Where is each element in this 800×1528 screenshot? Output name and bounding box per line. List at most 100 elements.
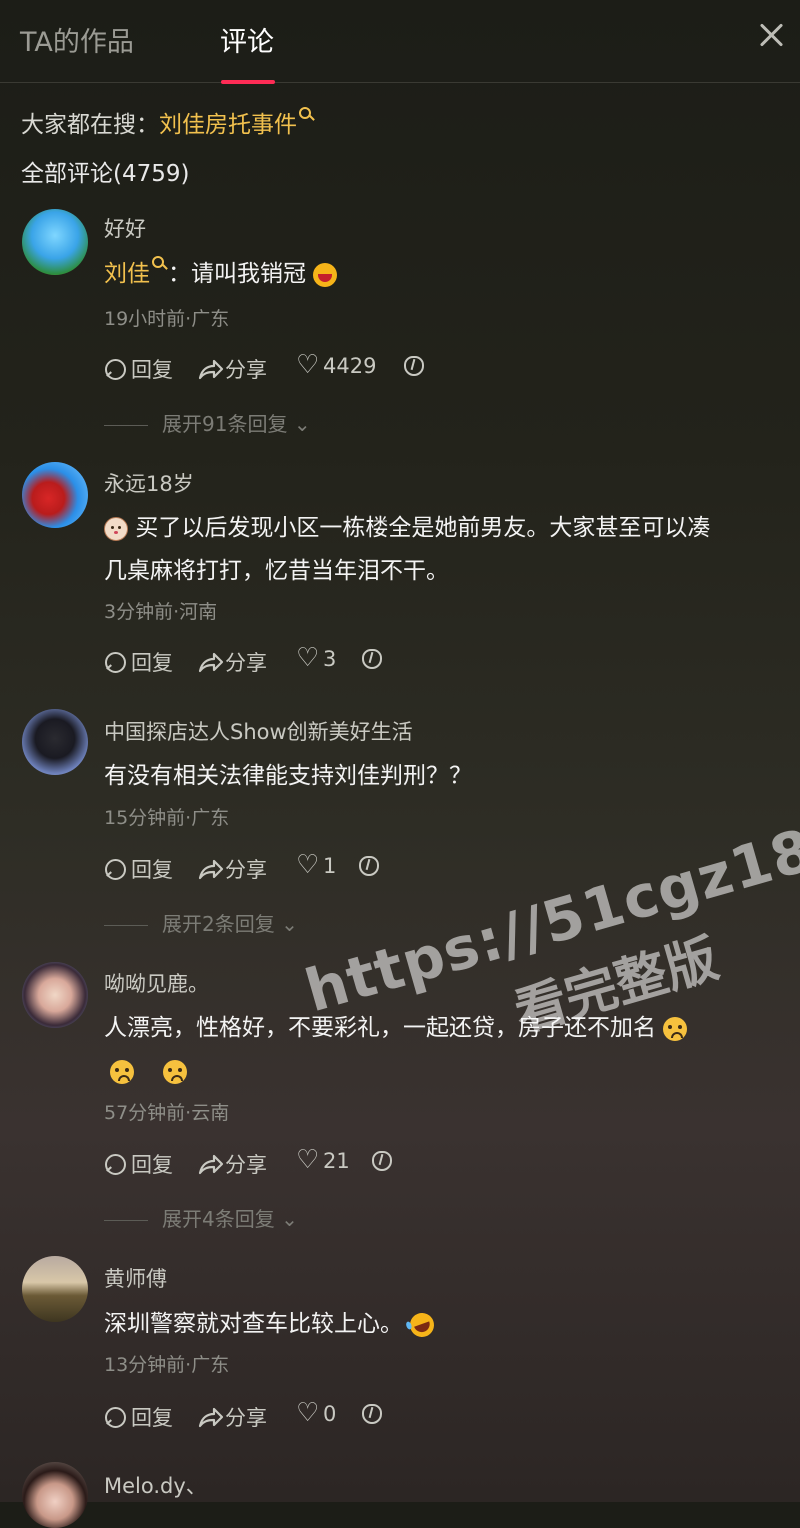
share-label: 分享 xyxy=(225,858,267,882)
reply-icon xyxy=(104,651,126,673)
comment-meta: 13分钟前·广东 xyxy=(104,1354,230,1376)
trending-search: 大家都在搜：刘佳房托事件 xyxy=(21,105,315,139)
reply-button[interactable]: 回复 xyxy=(104,854,173,884)
expand-replies-label: 展开91条回复 xyxy=(162,412,288,436)
crying-emoji xyxy=(163,1059,188,1084)
crying-emoji xyxy=(110,1059,134,1084)
reply-icon xyxy=(104,1406,126,1428)
watermark: https://51cgz18.com 看完整版 xyxy=(298,771,800,1044)
dislike-icon xyxy=(402,354,424,376)
comment-body: 几桌麻将打打，忆昔当年泪不干。 xyxy=(104,558,449,584)
search-icon xyxy=(299,107,315,123)
expand-replies[interactable]: 展开91条回复 ⌄ xyxy=(104,408,311,437)
reply-button[interactable]: 回复 xyxy=(104,354,173,384)
tab-bar: TA的作品 评论 xyxy=(0,0,800,84)
reply-label: 回复 xyxy=(131,1153,173,1177)
trending-search-keyword[interactable]: 刘佳房托事件 xyxy=(159,112,297,138)
reply-icon xyxy=(104,358,126,380)
reply-icon xyxy=(104,1153,126,1175)
like-button[interactable]: 3 xyxy=(296,643,337,673)
active-tab-indicator xyxy=(221,80,275,84)
crying-emoji xyxy=(663,1016,688,1041)
expand-replies[interactable]: 展开2条回复 ⌄ xyxy=(104,908,298,937)
expand-replies-label: 展开4条回复 xyxy=(162,1207,275,1231)
reply-label: 回复 xyxy=(131,358,173,382)
dislike-button[interactable] xyxy=(370,1149,392,1171)
expand-replies-label: 展开2条回复 xyxy=(162,912,275,936)
comment-meta: 15分钟前·广东 xyxy=(104,807,230,829)
like-button[interactable]: 0 xyxy=(296,1398,337,1428)
avatar[interactable] xyxy=(22,462,88,528)
dislike-icon xyxy=(360,1402,382,1424)
reply-button[interactable]: 回复 xyxy=(104,647,173,677)
share-button[interactable]: 分享 xyxy=(198,354,267,384)
dislike-button[interactable] xyxy=(360,647,382,669)
comment-body: 深圳警察就对查车比较上心。 xyxy=(104,1311,403,1337)
heart-icon xyxy=(296,1398,319,1428)
comment-meta: 3分钟前·河南 xyxy=(104,601,218,623)
username[interactable]: Melo.dy、 xyxy=(104,1470,207,1500)
heart-icon xyxy=(296,643,319,673)
username[interactable]: 呦呦见鹿。 xyxy=(104,968,209,998)
reply-label: 回复 xyxy=(131,858,173,882)
dog-emoji xyxy=(104,516,128,541)
reply-label: 回复 xyxy=(131,1406,173,1430)
chevron-down-icon: ⌄ xyxy=(293,412,311,436)
reply-icon xyxy=(104,858,126,880)
comment-text: 买了以后发现小区一栋楼全是她前男友。大家甚至可以凑 几桌麻将打打，忆昔当年泪不干… xyxy=(104,507,784,593)
share-button[interactable]: 分享 xyxy=(198,647,267,677)
heart-icon xyxy=(296,350,319,380)
comment-text: 刘佳 ：请叫我销冠 xyxy=(104,253,784,296)
reply-button[interactable]: 回复 xyxy=(104,1149,173,1179)
reply-button[interactable]: 回复 xyxy=(104,1402,173,1432)
trending-search-prefix: 大家都在搜： xyxy=(21,112,159,138)
share-button[interactable]: 分享 xyxy=(198,1149,267,1179)
search-icon xyxy=(152,256,168,272)
comment-body: 买了以后发现小区一栋楼全是她前男友。大家甚至可以凑 xyxy=(135,515,711,541)
dislike-button[interactable] xyxy=(402,354,424,376)
close-icon[interactable] xyxy=(754,18,788,52)
share-icon xyxy=(198,1406,224,1428)
comment-body: ：请叫我销冠 xyxy=(168,261,306,287)
share-icon xyxy=(198,358,224,380)
share-icon xyxy=(198,1153,224,1175)
like-count: 0 xyxy=(323,1402,337,1426)
dislike-icon xyxy=(370,1149,392,1171)
avatar[interactable] xyxy=(22,1256,88,1322)
share-label: 分享 xyxy=(225,1406,267,1430)
share-button[interactable]: 分享 xyxy=(198,1402,267,1432)
avatar[interactable] xyxy=(22,1462,88,1528)
like-count: 4429 xyxy=(323,354,377,378)
tab-comments[interactable]: 评论 xyxy=(220,20,274,59)
comment-meta: 57分钟前·云南 xyxy=(104,1102,230,1124)
like-count: 1 xyxy=(323,854,337,878)
like-count: 3 xyxy=(323,647,337,671)
username[interactable]: 好好 xyxy=(104,213,146,243)
share-icon xyxy=(198,651,224,673)
heart-icon xyxy=(296,850,319,880)
expand-replies[interactable]: 展开4条回复 ⌄ xyxy=(104,1203,298,1232)
like-button[interactable]: 4429 xyxy=(296,350,377,380)
mention-link[interactable]: 刘佳 xyxy=(104,261,150,287)
avatar[interactable] xyxy=(22,209,88,275)
dislike-button[interactable] xyxy=(357,854,379,876)
comment-count: 全部评论(4759) xyxy=(21,161,190,187)
laughing-emoji xyxy=(406,1309,438,1340)
tab-works[interactable]: TA的作品 xyxy=(20,20,134,59)
avatar[interactable] xyxy=(22,709,88,775)
avatar[interactable] xyxy=(22,962,88,1028)
comment-meta: 19小时前·广东 xyxy=(104,308,230,330)
comment-text: 人漂亮，性格好，不要彩礼，一起还贷，房子还不加名 xyxy=(104,1007,784,1093)
share-label: 分享 xyxy=(225,651,267,675)
share-button[interactable]: 分享 xyxy=(198,854,267,884)
heart-icon xyxy=(296,1145,319,1175)
share-label: 分享 xyxy=(225,1153,267,1177)
reply-label: 回复 xyxy=(131,651,173,675)
dislike-button[interactable] xyxy=(360,1402,382,1424)
like-button[interactable]: 21 xyxy=(296,1145,350,1175)
share-label: 分享 xyxy=(225,358,267,382)
username[interactable]: 永远18岁 xyxy=(104,468,194,498)
like-button[interactable]: 1 xyxy=(296,850,337,880)
username[interactable]: 黄师傅 xyxy=(104,1263,167,1293)
username[interactable]: 中国探店达人Show创新美好生活 xyxy=(104,716,413,746)
